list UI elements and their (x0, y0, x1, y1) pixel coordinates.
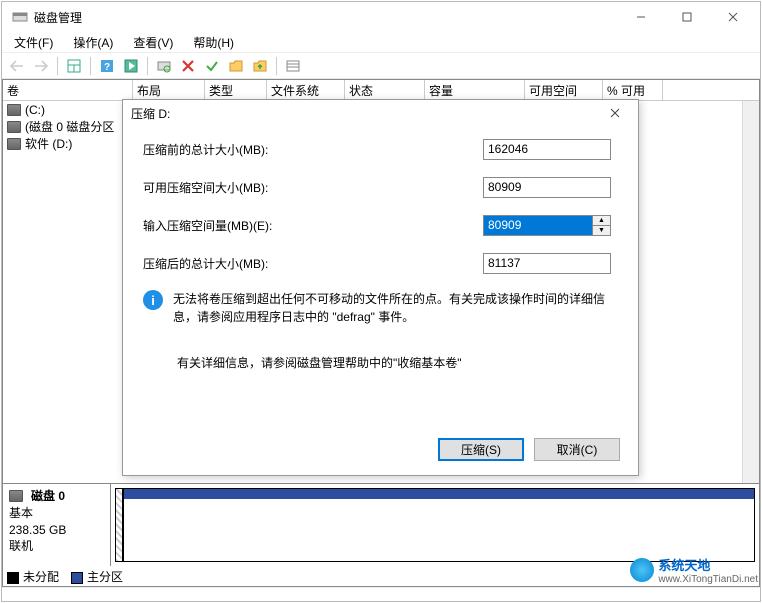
disk-map (111, 484, 759, 566)
shrink-dialog: 压缩 D: 压缩前的总计大小(MB): 可用压缩空间大小(MB): 输入压缩空间… (122, 99, 639, 476)
enter-amount-label: 输入压缩空间量(MB)(E): (143, 217, 483, 234)
spin-up-button[interactable]: ▲ (593, 216, 610, 226)
col-pctfree[interactable]: % 可用 (603, 80, 663, 100)
watermark-name: 系统天地 (658, 555, 758, 574)
status-bar (2, 587, 760, 601)
disk-icon (7, 138, 21, 150)
maximize-button[interactable] (664, 2, 710, 32)
disk-name: 磁盘 0 (31, 488, 65, 505)
watermark: 系统天地 www.XiTongTianDi.net (630, 555, 758, 585)
scrollbar[interactable] (742, 101, 759, 483)
folder-icon[interactable] (225, 55, 247, 77)
enter-amount-field[interactable] (483, 215, 593, 236)
partition[interactable] (115, 488, 123, 562)
col-status[interactable]: 状态 (345, 80, 425, 100)
disk-status: 联机 (9, 538, 104, 555)
total-before-field (483, 139, 611, 160)
toolbar: ? (2, 53, 760, 79)
spinner: ▲ ▼ (593, 215, 611, 236)
check-icon[interactable] (201, 55, 223, 77)
close-button[interactable] (710, 2, 756, 32)
available-label: 可用压缩空间大小(MB): (143, 179, 483, 196)
legend-swatch-unallocated (7, 572, 19, 584)
col-layout[interactable]: 布局 (133, 80, 205, 100)
legend-swatch-primary (71, 572, 83, 584)
disk-size: 238.35 GB (9, 522, 104, 539)
spin-down-button[interactable]: ▼ (593, 226, 610, 235)
shrink-button[interactable]: 压缩(S) (438, 438, 524, 461)
total-after-label: 压缩后的总计大小(MB): (143, 255, 483, 272)
available-field (483, 177, 611, 198)
view-panes-icon[interactable] (63, 55, 85, 77)
action-icon[interactable] (120, 55, 142, 77)
minimize-button[interactable] (618, 2, 664, 32)
total-before-label: 压缩前的总计大小(MB): (143, 141, 483, 158)
volume-name: (磁盘 0 磁盘分区 (25, 118, 114, 135)
volume-name: (C:) (25, 103, 45, 117)
svg-text:?: ? (104, 62, 110, 73)
cancel-button[interactable]: 取消(C) (534, 438, 620, 461)
col-type[interactable]: 类型 (205, 80, 267, 100)
folder-up-icon[interactable] (249, 55, 271, 77)
menu-file[interactable]: 文件(F) (4, 32, 63, 53)
partition[interactable] (123, 488, 755, 562)
col-capacity[interactable]: 容量 (425, 80, 525, 100)
dialog-close-button[interactable] (600, 101, 630, 125)
disk-type: 基本 (9, 505, 104, 522)
col-volume[interactable]: 卷 (3, 80, 133, 100)
disk-info: 磁盘 0 基本 238.35 GB 联机 (3, 484, 111, 566)
help-text: 有关详细信息，请参阅磁盘管理帮助中的"收缩基本卷" (177, 354, 618, 371)
dialog-title-bar: 压缩 D: (123, 100, 638, 126)
menu-action[interactable]: 操作(A) (63, 32, 123, 53)
col-free[interactable]: 可用空间 (525, 80, 603, 100)
dialog-title: 压缩 D: (131, 105, 600, 122)
legend-label: 主分区 (87, 570, 123, 584)
window-title: 磁盘管理 (34, 9, 618, 26)
disk-icon (9, 490, 23, 502)
disk-icon (7, 121, 21, 133)
title-bar: 磁盘管理 (2, 2, 760, 32)
menu-view[interactable]: 查看(V) (123, 32, 183, 53)
legend: 未分配 主分区 (7, 568, 123, 585)
watermark-icon (630, 558, 654, 582)
volume-list-header: 卷 布局 类型 文件系统 状态 容量 可用空间 % 可用 (3, 80, 759, 101)
info-section: i 无法将卷压缩到超出任何不可移动的文件所在的点。有关完成该操作时间的详细信息，… (143, 290, 618, 326)
back-button[interactable] (6, 55, 28, 77)
total-after-field (483, 253, 611, 274)
legend-label: 未分配 (23, 570, 59, 584)
info-icon: i (143, 290, 163, 310)
menu-help[interactable]: 帮助(H) (183, 32, 244, 53)
menu-bar: 文件(F) 操作(A) 查看(V) 帮助(H) (2, 32, 760, 53)
forward-button[interactable] (30, 55, 52, 77)
delete-icon[interactable] (177, 55, 199, 77)
app-icon (12, 9, 28, 25)
watermark-url: www.XiTongTianDi.net (658, 574, 758, 585)
window-controls (618, 2, 756, 32)
volume-name: 软件 (D:) (25, 135, 72, 152)
list-icon[interactable] (282, 55, 304, 77)
disk-panel: 磁盘 0 基本 238.35 GB 联机 (3, 483, 759, 566)
info-text: 无法将卷压缩到超出任何不可移动的文件所在的点。有关完成该操作时间的详细信息，请参… (173, 290, 618, 326)
col-filesystem[interactable]: 文件系统 (267, 80, 345, 100)
refresh-icon[interactable] (153, 55, 175, 77)
help-icon[interactable]: ? (96, 55, 118, 77)
disk-icon (7, 104, 21, 116)
